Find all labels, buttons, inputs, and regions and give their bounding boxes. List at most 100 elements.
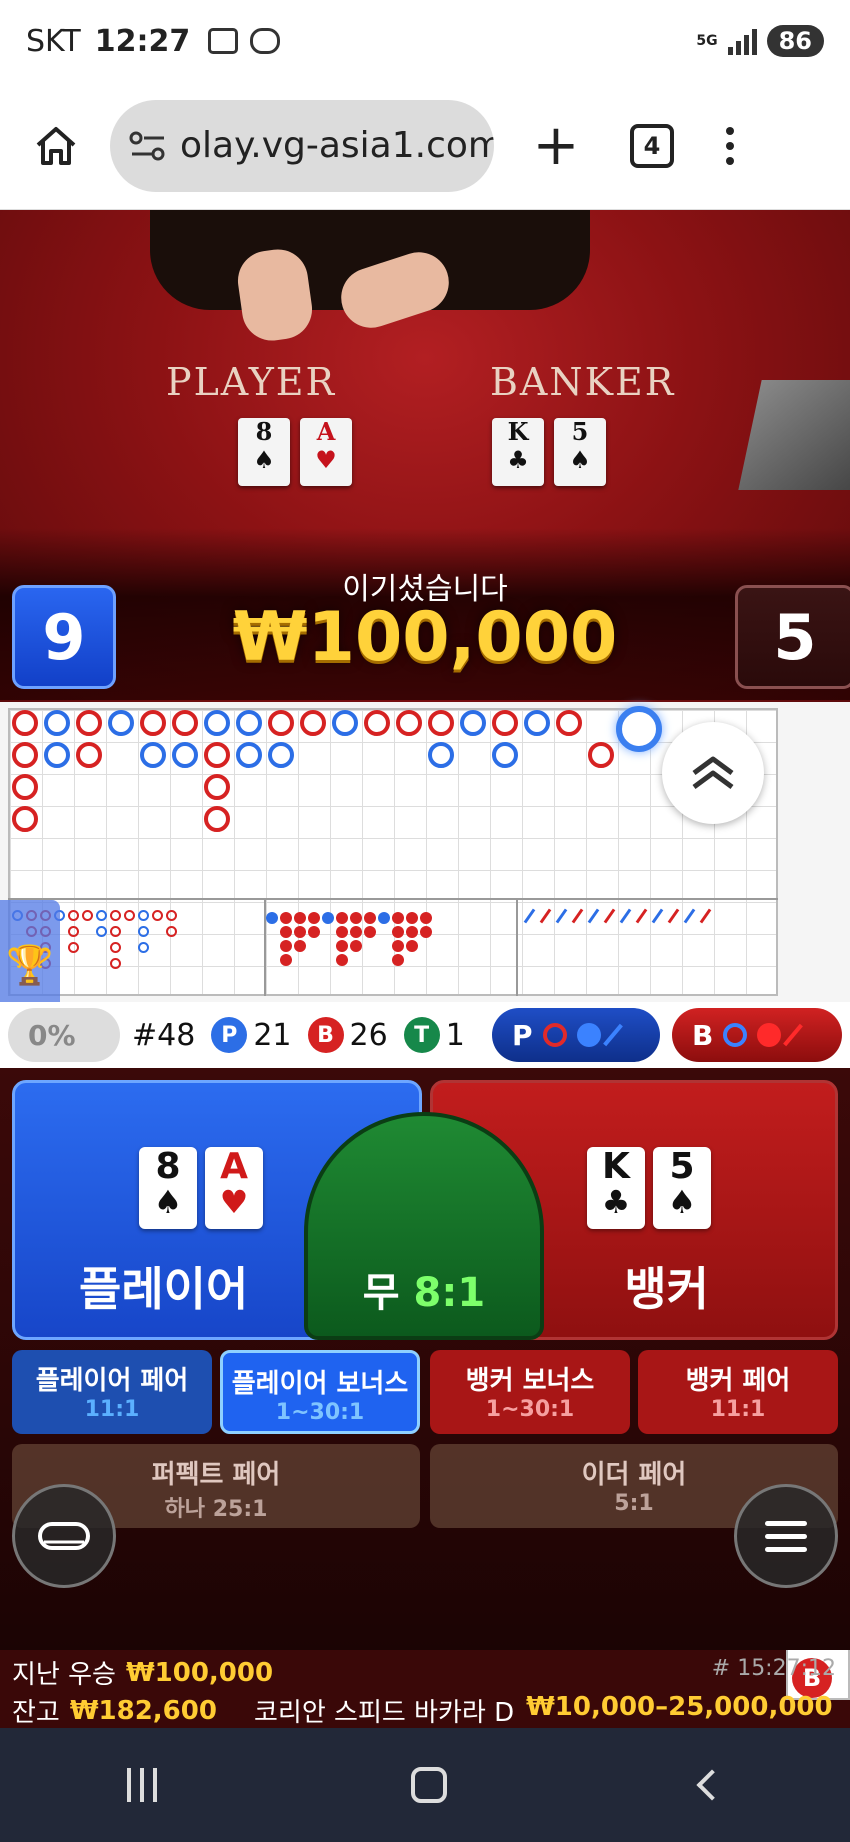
road-marker <box>68 910 79 921</box>
table-player-card-1: 8 ♠ <box>238 418 290 486</box>
road-divider-3 <box>516 898 518 996</box>
road-marker <box>12 774 38 800</box>
browser-toolbar: olay.vg-asia1.com + 4 <box>0 82 850 210</box>
live-video: PLAYER BANKER 8 ♠ A ♥ K ♣ 5 ♠ 9 5 이기셨습니다 ₩10… <box>0 210 850 702</box>
site-settings-icon[interactable] <box>128 130 168 162</box>
predict-slash-icon <box>783 1023 804 1047</box>
tie-odds: 8:1 <box>413 1270 486 1316</box>
carrier: SKT <box>26 23 81 59</box>
road-marker <box>332 710 358 736</box>
road-marker <box>294 912 306 924</box>
home-nav-icon[interactable] <box>411 1767 447 1803</box>
url-text: olay.vg-asia1.com <box>180 125 494 166</box>
road-marker <box>336 912 348 924</box>
app-root: SKT 12:27 5G 86 olay.vg-asia1.com + 4 PL… <box>0 0 850 1842</box>
menu-icon[interactable] <box>734 1484 838 1588</box>
player-card-2: A ♥ <box>205 1147 263 1229</box>
table-banker-label: BANKER <box>490 360 676 404</box>
more-menu-icon[interactable] <box>726 126 734 165</box>
round-number: #48 <box>132 1017 196 1053</box>
road-marker <box>172 742 198 768</box>
predict-ring-icon <box>542 1023 567 1047</box>
road-marker <box>460 710 486 736</box>
table-banker-card-1: K ♣ <box>492 418 544 486</box>
road-marker <box>110 942 121 953</box>
chevron-up-icon <box>692 756 734 790</box>
road-marker <box>76 742 102 768</box>
road-marker <box>588 742 614 768</box>
banker-bonus-bet[interactable]: 뱅커 보너스 1~30:1 <box>430 1350 630 1434</box>
current-result-marker <box>616 706 662 752</box>
road-marker <box>268 710 294 736</box>
road-divider-2 <box>264 898 266 996</box>
road-marker <box>166 926 177 937</box>
player-card-1: 8 ♠ <box>139 1147 197 1229</box>
expand-roadmap-button[interactable] <box>662 722 764 824</box>
road-marker <box>96 926 107 937</box>
road-marker <box>350 940 362 952</box>
road-marker <box>110 926 121 937</box>
road-marker <box>364 710 390 736</box>
road-marker <box>556 710 582 736</box>
road-marker <box>336 926 348 938</box>
road-marker <box>110 958 121 969</box>
bet-limits: ₩10,000–25,000,000 <box>526 1692 833 1722</box>
road-marker <box>138 910 149 921</box>
road-marker <box>492 710 518 736</box>
system-nav-bar <box>0 1728 850 1842</box>
player-pair-bet[interactable]: 플레이어 페어 11:1 <box>12 1350 212 1434</box>
win-amount: ₩100,000 <box>232 598 618 677</box>
road-marker <box>350 926 362 938</box>
recent-apps-icon[interactable] <box>127 1768 157 1802</box>
road-marker <box>406 926 418 938</box>
road-marker <box>266 912 278 924</box>
table-banker-card-2: 5 ♠ <box>554 418 606 486</box>
road-marker <box>420 912 432 924</box>
round-timestamp: # 15:27:12 <box>711 1656 836 1681</box>
url-bar[interactable]: olay.vg-asia1.com <box>110 99 494 192</box>
bead-road-grid <box>8 708 778 996</box>
balance-label: 잔고 <box>12 1698 60 1728</box>
back-icon[interactable] <box>696 1769 728 1801</box>
road-marker <box>350 912 362 924</box>
banker-count-badge: B <box>307 1017 344 1053</box>
road-marker <box>428 742 454 768</box>
road-marker <box>268 742 294 768</box>
road-marker <box>204 742 230 768</box>
banker-card-2: 5 ♠ <box>653 1147 711 1229</box>
road-marker <box>236 710 262 736</box>
network-type: 5G <box>696 33 718 49</box>
tab-switcher-button[interactable]: 4 <box>630 123 674 168</box>
chip-selector-button[interactable] <box>12 1484 116 1588</box>
predict-ring-icon <box>723 1023 748 1047</box>
tie-bet-spot[interactable]: 무 8:1 <box>304 1112 544 1340</box>
road-marker <box>392 954 404 966</box>
voicemail-icon <box>250 28 281 54</box>
banker-count: 26 <box>349 1017 388 1053</box>
last-win-amount: ₩100,000 <box>125 1657 274 1688</box>
road-marker <box>204 774 230 800</box>
road-marker <box>138 926 149 937</box>
new-tab-button[interactable]: + <box>532 117 580 174</box>
banker-pair-bet[interactable]: 뱅커 페어 11:1 <box>638 1350 838 1434</box>
battery-level: 86 <box>766 25 824 57</box>
balance-amount: ₩182,600 <box>69 1695 217 1726</box>
road-marker <box>44 742 70 768</box>
road-marker <box>428 710 454 736</box>
road-marker <box>300 710 326 736</box>
player-bonus-bet[interactable]: 플레이어 보너스 1~30:1 <box>220 1350 420 1434</box>
tie-bet-label: 무 <box>362 1270 400 1316</box>
road-marker <box>204 710 230 736</box>
chip-icon <box>38 1522 90 1550</box>
table-name: 코리안 스피드 바카라 D <box>254 1698 515 1728</box>
banker-predict-button[interactable]: B <box>672 1008 842 1062</box>
signal-icon <box>727 27 757 55</box>
home-icon[interactable] <box>24 114 88 178</box>
road-marker <box>294 926 306 938</box>
road-marker <box>124 910 135 921</box>
road-marker <box>172 710 198 736</box>
road-marker <box>294 940 306 952</box>
road-marker <box>378 912 390 924</box>
player-predict-button[interactable]: P <box>492 1008 660 1062</box>
road-marker <box>68 926 79 937</box>
